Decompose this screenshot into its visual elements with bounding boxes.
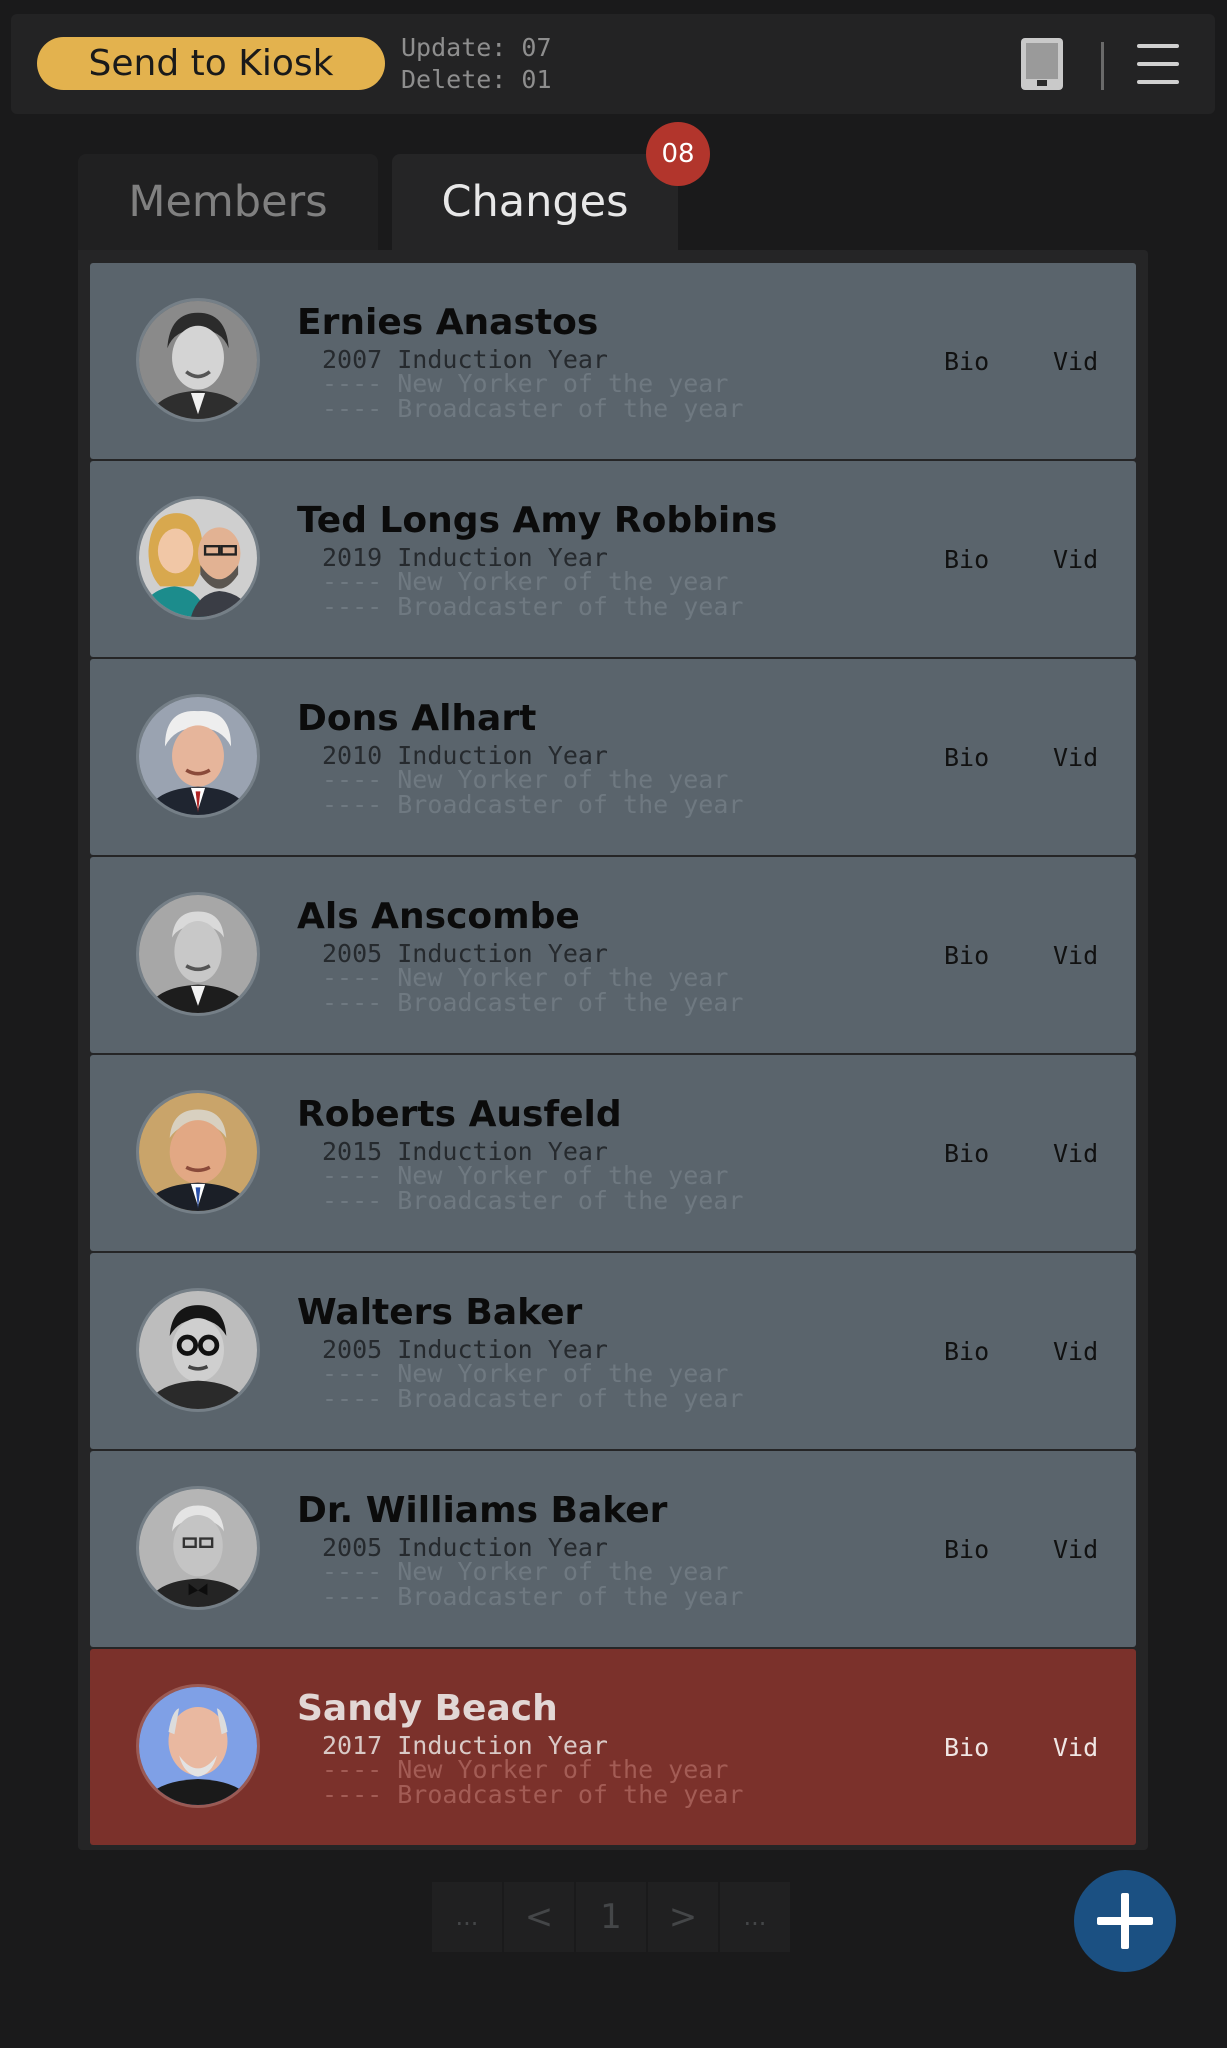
- member-name: Roberts Ausfeld: [297, 1094, 622, 1135]
- award-line: ---- New Yorker of the year: [322, 1359, 729, 1388]
- avatar: [136, 1486, 260, 1610]
- change-counts: Update: 07 Delete: 01: [401, 32, 552, 96]
- award-line: ---- Broadcaster of the year: [322, 592, 744, 621]
- vid-link[interactable]: Vid: [1053, 1139, 1098, 1169]
- delete-count: Delete: 01: [401, 65, 552, 94]
- award-line: ---- New Yorker of the year: [322, 765, 729, 794]
- vid-link[interactable]: Vid: [1053, 743, 1098, 773]
- member-name: Als Anscombe: [297, 896, 580, 937]
- list-item[interactable]: Walters Baker 2005 Induction Year ---- N…: [90, 1253, 1136, 1449]
- tab-members[interactable]: Members: [78, 154, 378, 250]
- page-current[interactable]: 1: [576, 1882, 646, 1952]
- send-to-kiosk-button[interactable]: Send to Kiosk: [37, 37, 385, 90]
- page-last-button[interactable]: ...: [720, 1882, 790, 1952]
- avatar: [136, 1684, 260, 1808]
- award-line: ---- Broadcaster of the year: [322, 988, 744, 1017]
- toolbar-divider: [1101, 42, 1104, 90]
- top-bar: Send to Kiosk Update: 07 Delete: 01: [11, 14, 1215, 114]
- bio-link[interactable]: Bio: [944, 743, 989, 773]
- bio-link[interactable]: Bio: [944, 545, 989, 575]
- member-name: Dr. Williams Baker: [297, 1490, 668, 1531]
- bio-link[interactable]: Bio: [944, 1733, 989, 1763]
- award-line: ---- Broadcaster of the year: [322, 394, 744, 423]
- plus-icon: [1097, 1893, 1153, 1949]
- page-first-button[interactable]: ...: [432, 1882, 502, 1952]
- vid-link[interactable]: Vid: [1053, 347, 1098, 377]
- menu-icon[interactable]: [1133, 40, 1183, 88]
- page-next-button[interactable]: >: [648, 1882, 718, 1952]
- member-list: Ernies Anastos 2007 Induction Year ---- …: [90, 263, 1136, 1847]
- award-line: ---- New Yorker of the year: [322, 1755, 729, 1784]
- avatar: [136, 694, 260, 818]
- vid-link[interactable]: Vid: [1053, 1337, 1098, 1367]
- vid-link[interactable]: Vid: [1053, 1733, 1098, 1763]
- page-prev-button[interactable]: <: [504, 1882, 574, 1952]
- member-name: Dons Alhart: [297, 698, 537, 739]
- changes-count-badge: 08: [646, 122, 710, 186]
- list-item-highlighted[interactable]: Sandy Beach 2017 Induction Year ---- New…: [90, 1649, 1136, 1845]
- list-item[interactable]: Dons Alhart 2010 Induction Year ---- New…: [90, 659, 1136, 855]
- list-item[interactable]: Ernies Anastos 2007 Induction Year ---- …: [90, 263, 1136, 459]
- vid-link[interactable]: Vid: [1053, 941, 1098, 971]
- avatar: [136, 1288, 260, 1412]
- tablet-icon[interactable]: [1017, 36, 1067, 92]
- list-item[interactable]: Dr. Williams Baker 2005 Induction Year -…: [90, 1451, 1136, 1647]
- award-line: ---- New Yorker of the year: [322, 1557, 729, 1586]
- vid-link[interactable]: Vid: [1053, 545, 1098, 575]
- member-name: Ernies Anastos: [297, 302, 599, 343]
- award-line: ---- Broadcaster of the year: [322, 1186, 744, 1215]
- member-name: Ted Longs Amy Robbins: [297, 500, 778, 541]
- award-line: ---- Broadcaster of the year: [322, 1780, 744, 1809]
- avatar: [136, 298, 260, 422]
- avatar: [136, 496, 260, 620]
- bio-link[interactable]: Bio: [944, 1139, 989, 1169]
- award-line: ---- Broadcaster of the year: [322, 1384, 744, 1413]
- vid-link[interactable]: Vid: [1053, 1535, 1098, 1565]
- bio-link[interactable]: Bio: [944, 347, 989, 377]
- member-name: Sandy Beach: [297, 1688, 558, 1729]
- member-name: Walters Baker: [297, 1292, 583, 1333]
- list-item[interactable]: Ted Longs Amy Robbins 2019 Induction Yea…: [90, 461, 1136, 657]
- pagination: ... < 1 > ...: [432, 1882, 790, 1952]
- tab-changes[interactable]: Changes: [392, 154, 678, 250]
- add-member-button[interactable]: [1074, 1870, 1176, 1972]
- award-line: ---- New Yorker of the year: [322, 567, 729, 596]
- award-line: ---- Broadcaster of the year: [322, 1582, 744, 1611]
- update-count: Update: 07: [401, 33, 552, 62]
- bio-link[interactable]: Bio: [944, 1337, 989, 1367]
- award-line: ---- New Yorker of the year: [322, 369, 729, 398]
- avatar: [136, 892, 260, 1016]
- bio-link[interactable]: Bio: [944, 1535, 989, 1565]
- bio-link[interactable]: Bio: [944, 941, 989, 971]
- avatar: [136, 1090, 260, 1214]
- list-item[interactable]: Als Anscombe 2005 Induction Year ---- Ne…: [90, 857, 1136, 1053]
- award-line: ---- New Yorker of the year: [322, 963, 729, 992]
- award-line: ---- New Yorker of the year: [322, 1161, 729, 1190]
- award-line: ---- Broadcaster of the year: [322, 790, 744, 819]
- list-item[interactable]: Roberts Ausfeld 2015 Induction Year ----…: [90, 1055, 1136, 1251]
